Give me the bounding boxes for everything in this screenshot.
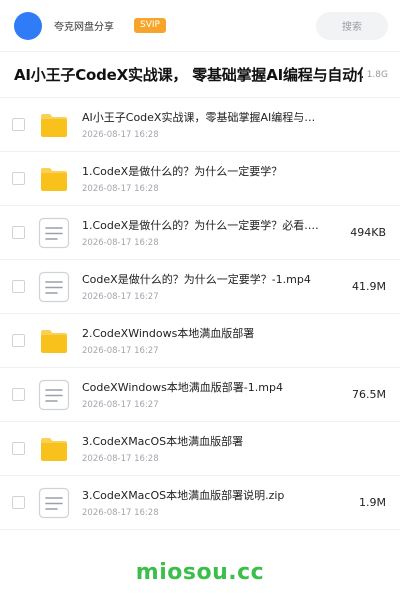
file-size: 76.5M [352,388,386,401]
file-row[interactable]: 3.CodeXMacOS本地满血版部署说明.zip 2026-08-17 16:… [0,476,400,530]
folder-icon [38,109,70,141]
search-input[interactable]: 搜索 [316,11,388,40]
file-size: 1.9M [359,496,386,509]
file-info: 1.CodeX是做什么的？为什么一定要学？ 2026-08-17 16:28 [82,163,378,194]
file-row[interactable]: AI小王子CodeX实战课，零基础掌握AI编程与自动化 2026-08-17 1… [0,98,400,152]
document-icon [38,217,70,249]
avatar[interactable] [14,11,42,40]
file-name[interactable]: AI小王子CodeX实战课，零基础掌握AI编程与自动化 [82,109,324,125]
file-info: CodeXWindows本地满血版部署-1.mp4 2026-08-17 16:… [82,379,344,410]
file-row[interactable]: 1.CodeX是做什么的？为什么一定要学？ 2026-08-17 16:28 [0,152,400,206]
svip-badge: SVIP [134,18,166,33]
file-info: 3.CodeXMacOS本地满血版部署 2026-08-17 16:28 [82,433,378,464]
file-date: 2026-08-17 16:27 [82,346,159,356]
folder-icon [38,325,70,357]
row-checkbox[interactable] [12,280,25,293]
row-checkbox[interactable] [12,226,25,239]
file-name[interactable]: CodeX是做什么的？为什么一定要学？-1.mp4 [82,271,324,287]
file-name[interactable]: 3.CodeXMacOS本地满血版部署说明.zip [82,487,324,503]
file-date: 2026-08-17 16:28 [82,238,159,248]
page-title: AI小王子CodeX实战课， 零基础掌握AI编程与自动化 [14,66,363,84]
file-size: 494KB [350,226,386,239]
document-icon [38,379,70,411]
row-checkbox[interactable] [12,442,25,455]
file-name[interactable]: 1.CodeX是做什么的？为什么一定要学？ [82,163,324,179]
folder-icon [38,433,70,465]
file-date: 2026-08-17 16:28 [82,454,159,464]
folder-icon [38,163,70,195]
file-date: 2026-08-17 16:27 [82,400,159,410]
file-date: 2026-08-17 16:28 [82,184,159,194]
file-row[interactable]: CodeX是做什么的？为什么一定要学？-1.mp4 2026-08-17 16:… [0,260,400,314]
title-row: AI小王子CodeX实战课， 零基础掌握AI编程与自动化 1.8G [0,52,400,98]
row-checkbox[interactable] [12,388,25,401]
file-date: 2026-08-17 16:27 [82,292,159,302]
header: 夸克网盘分享 SVIP 搜索 [0,0,400,52]
file-info: 3.CodeXMacOS本地满血版部署说明.zip 2026-08-17 16:… [82,487,351,518]
file-date: 2026-08-17 16:28 [82,130,159,140]
row-checkbox[interactable] [12,334,25,347]
share-page: 夸克网盘分享 SVIP 搜索 AI小王子CodeX实战课， 零基础掌握AI编程与… [0,0,400,600]
file-size: 41.9M [352,280,386,293]
row-checkbox[interactable] [12,118,25,131]
file-info: CodeX是做什么的？为什么一定要学？-1.mp4 2026-08-17 16:… [82,271,344,302]
file-row[interactable]: 1.CodeX是做什么的？为什么一定要学？必看.pdf 2026-08-17 1… [0,206,400,260]
document-icon [38,487,70,519]
file-name[interactable]: 1.CodeX是做什么的？为什么一定要学？必看.pdf [82,217,324,233]
file-row[interactable]: 3.CodeXMacOS本地满血版部署 2026-08-17 16:28 [0,422,400,476]
file-date: 2026-08-17 16:28 [82,508,159,518]
app-name: 夸克网盘分享 [54,22,114,33]
file-name[interactable]: 2.CodeXWindows本地满血版部署 [82,325,324,341]
row-checkbox[interactable] [12,496,25,509]
document-icon [38,271,70,303]
file-row[interactable]: 2.CodeXWindows本地满血版部署 2026-08-17 16:27 [0,314,400,368]
file-name[interactable]: 3.CodeXMacOS本地满血版部署 [82,433,324,449]
file-row[interactable]: CodeXWindows本地满血版部署-1.mp4 2026-08-17 16:… [0,368,400,422]
watermark: miosou.cc [135,560,265,585]
file-info: 1.CodeX是做什么的？为什么一定要学？必看.pdf 2026-08-17 1… [82,217,342,248]
total-size: 1.8G [366,69,388,80]
file-info: AI小王子CodeX实战课，零基础掌握AI编程与自动化 2026-08-17 1… [82,109,378,140]
row-checkbox[interactable] [12,172,25,185]
file-name[interactable]: CodeXWindows本地满血版部署-1.mp4 [82,379,324,395]
search-placeholder: 搜索 [342,22,362,33]
file-list: AI小王子CodeX实战课，零基础掌握AI编程与自动化 2026-08-17 1… [0,98,400,530]
file-info: 2.CodeXWindows本地满血版部署 2026-08-17 16:27 [82,325,378,356]
